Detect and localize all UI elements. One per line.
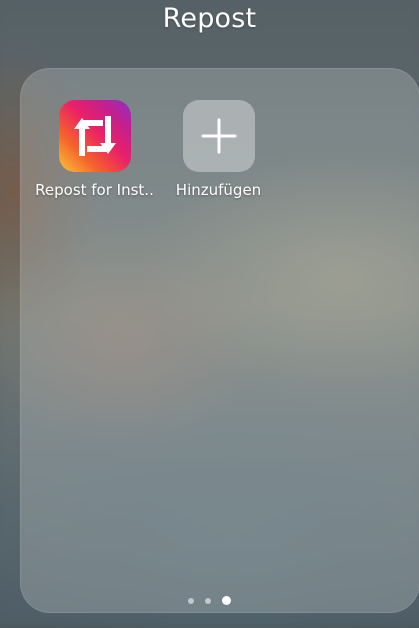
- repost-icon[interactable]: [58, 100, 131, 172]
- add-app-button[interactable]: Hinzufügen: [156, 100, 281, 200]
- plus-icon[interactable]: [182, 100, 255, 172]
- app-label-repost: Repost for Inst..: [35, 181, 154, 199]
- page-dot-2[interactable]: [205, 597, 211, 604]
- page-indicator[interactable]: [0, 596, 419, 605]
- app-label-add: Hinzufügen: [175, 181, 262, 199]
- page-dot-current[interactable]: [222, 596, 231, 605]
- page-dot-1[interactable]: [188, 597, 194, 604]
- folder-title[interactable]: Repost: [0, 0, 419, 38]
- app-repost-for-instagram[interactable]: Repost for Inst..: [32, 100, 157, 200]
